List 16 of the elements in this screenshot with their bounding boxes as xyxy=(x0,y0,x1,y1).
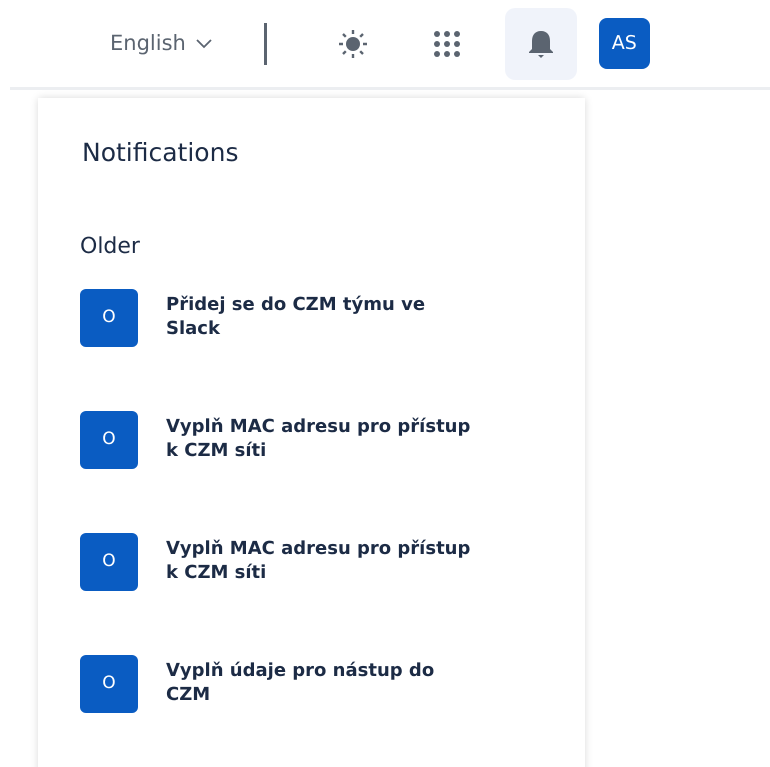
sun-icon xyxy=(338,28,368,58)
notification-text[interactable]: Vyplň MAC adresu pro přístup k CZM síti xyxy=(166,536,476,584)
user-avatar[interactable]: AS xyxy=(598,18,650,69)
notification-avatar: O xyxy=(80,654,138,712)
notification-text[interactable]: Přidej se do CZM týmu ve Slack xyxy=(166,292,476,340)
notification-avatar: O xyxy=(80,410,138,468)
section-heading: Older xyxy=(80,232,141,260)
chevron-down-icon xyxy=(196,38,212,48)
notification-avatar: O xyxy=(80,532,138,590)
notification-text[interactable]: Vyplň MAC adresu pro přístup k CZM síti xyxy=(166,414,476,462)
notification-text[interactable]: Vyplň údaje pro nástup do CZM xyxy=(166,658,476,706)
language-dropdown[interactable]: English xyxy=(110,28,212,60)
panel-title: Notifications xyxy=(82,137,240,169)
notification-avatar: O xyxy=(80,288,138,346)
grid-icon xyxy=(432,30,461,58)
bell-button[interactable] xyxy=(504,8,577,80)
